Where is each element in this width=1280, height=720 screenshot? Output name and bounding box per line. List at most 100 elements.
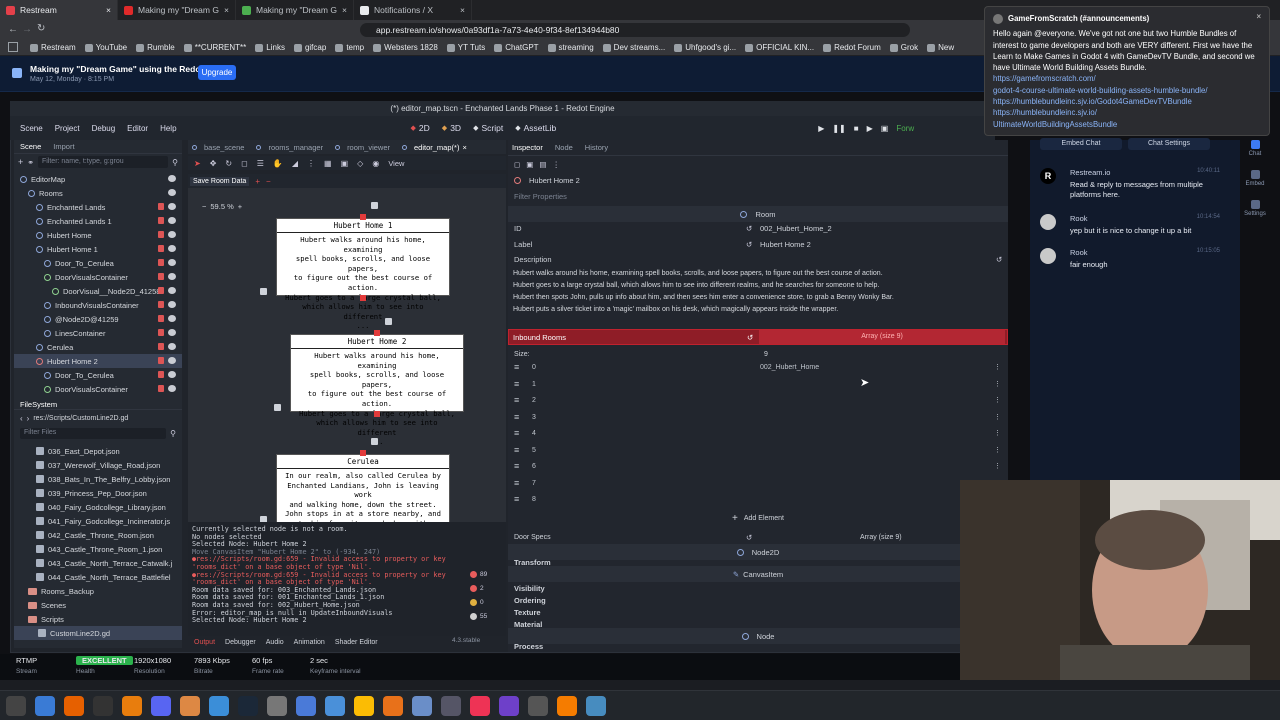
door-marker-icon[interactable]: [374, 411, 380, 417]
browser-tab[interactable]: Restream ×: [0, 0, 118, 20]
more-icon[interactable]: ⋮: [994, 446, 1001, 454]
notification-link[interactable]: godot-4-course-ultimate-world-building-a…: [993, 85, 1261, 96]
filesystem-item[interactable]: 043_Castle_Throne_Room_1.json: [14, 542, 182, 556]
terminal-icon[interactable]: [93, 695, 113, 716]
new-resource-icon[interactable]: ◻: [514, 160, 520, 169]
show-title[interactable]: Making my "Dream Game" using the Redo...: [30, 64, 208, 74]
menu-help[interactable]: Help: [160, 124, 176, 133]
inbound-marker-icon[interactable]: [360, 214, 366, 220]
menu-editor[interactable]: Editor: [127, 124, 148, 133]
script-icon[interactable]: [158, 343, 164, 350]
more-icon[interactable]: ⋮: [994, 363, 1001, 371]
chat-side-nav-item[interactable]: Chat: [1240, 136, 1270, 166]
add-node-icon[interactable]: +: [18, 157, 23, 167]
browser-tab[interactable]: Notifications / X ×: [354, 0, 472, 20]
upgrade-button[interactable]: Upgrade: [198, 65, 236, 80]
filesystem-item[interactable]: 040_Fairy_Godcollege_Library.json: [14, 500, 182, 514]
chat-side-nav-item[interactable]: Settings: [1240, 196, 1270, 226]
property-filter-input[interactable]: Filter Properties: [508, 188, 1008, 204]
scene-tree-node[interactable]: Hubert Home 2: [14, 354, 182, 368]
revert-icon[interactable]: ↺: [746, 224, 752, 233]
visibility-eye-icon[interactable]: [168, 371, 176, 378]
room-card[interactable]: Hubert Home 2 Hubert walks around his hom…: [290, 334, 464, 446]
game-icon[interactable]: [180, 695, 200, 716]
bookmark[interactable]: Websters 1828: [373, 43, 438, 52]
chat-settings-button[interactable]: Chat Settings: [1128, 138, 1210, 150]
drag-handle-icon[interactable]: ≡: [514, 362, 519, 372]
history-forward-icon[interactable]: ›: [27, 414, 30, 423]
forward-icon[interactable]: →: [22, 24, 32, 35]
output-filter[interactable]: 0: [470, 596, 502, 608]
browser-tab[interactable]: Making my "Dream Gam ×: [236, 0, 354, 20]
bookmark[interactable]: YT Tuts: [446, 43, 485, 52]
array-item-row[interactable]: ≡ 1 ⋮: [508, 379, 1004, 395]
array-item-row[interactable]: ≡ 2 ⋮: [508, 395, 1004, 411]
script-icon[interactable]: [158, 287, 164, 294]
drag-handle-icon[interactable]: ≡: [514, 428, 519, 438]
pause-icon[interactable]: ❚❚: [832, 124, 845, 133]
add-icon[interactable]: +: [255, 177, 260, 186]
bookmark[interactable]: temp: [335, 43, 364, 52]
size-input[interactable]: 9: [764, 351, 1000, 358]
notification-link[interactable]: UltimateWorldBuildingAssetsBundle: [993, 119, 1261, 130]
text-icon[interactable]: [441, 695, 461, 716]
list-tool-icon[interactable]: ☰: [257, 159, 264, 168]
visibility-eye-icon[interactable]: [168, 315, 176, 322]
id-value[interactable]: 002_Hubert_Home_2: [760, 224, 832, 233]
snap-icon[interactable]: ⋮: [307, 159, 315, 168]
bottom-panel-tab[interactable]: Debugger: [225, 639, 256, 646]
discord-notification[interactable]: GameFromScratch (#announcements) × Hello…: [984, 6, 1270, 136]
scene-tree-node[interactable]: DoorVisualsContainer: [14, 270, 182, 284]
reload-icon[interactable]: ↻: [37, 23, 45, 34]
output-filter[interactable]: 2: [470, 582, 502, 594]
visibility-eye-icon[interactable]: [168, 189, 176, 196]
menu-debug[interactable]: Debug: [92, 124, 116, 133]
filesystem-item[interactable]: 036_East_Depot.json: [14, 444, 182, 458]
visibility-eye-icon[interactable]: [168, 217, 176, 224]
scene-tree-node[interactable]: Cerulea: [14, 340, 182, 354]
array-item-row[interactable]: ≡8⋮: [508, 494, 1004, 510]
script-icon[interactable]: [158, 301, 164, 308]
script-icon[interactable]: [158, 273, 164, 280]
scene-tree-node[interactable]: Rooms: [14, 186, 182, 200]
play-icon[interactable]: [383, 695, 403, 716]
array-item-row[interactable]: ≡ 0 002_Hubert_Home ⋮: [508, 362, 1004, 378]
visibility-eye-icon[interactable]: [168, 203, 176, 210]
bookmark[interactable]: Rumble: [136, 43, 175, 52]
discord-icon[interactable]: [151, 695, 171, 716]
zoom-level[interactable]: 59.5 %: [210, 202, 233, 211]
notification-link[interactable]: https://humblebundleinc.sjv.io/Godot4Gam…: [993, 96, 1261, 107]
bookmark[interactable]: **CURRENT**: [183, 43, 246, 52]
filesystem-item[interactable]: Scripts: [14, 612, 182, 626]
visibility-eye-icon[interactable]: [168, 343, 176, 350]
revert-icon[interactable]: ↺: [996, 255, 1002, 264]
canvas-viewport[interactable]: − 59.5 % + Hubert Home 1 Hubert walks aro…: [188, 188, 506, 522]
apps-grid-icon[interactable]: [8, 42, 18, 52]
blender-icon[interactable]: [122, 695, 142, 716]
close-tab-icon[interactable]: ×: [342, 5, 347, 15]
play-scene-icon[interactable]: ▶: [867, 124, 873, 133]
array-item-row[interactable]: ≡7⋮: [508, 478, 1004, 494]
script-icon[interactable]: [158, 245, 164, 252]
scene-dock-tab[interactable]: Scene: [20, 142, 41, 151]
zoom-in-icon[interactable]: +: [238, 202, 242, 211]
close-tab-icon[interactable]: ×: [106, 5, 111, 15]
bookmark[interactable]: streaming: [547, 43, 594, 52]
inbound-marker-icon[interactable]: [360, 450, 366, 456]
filesystem-item[interactable]: 037_Werewolf_Village_Road.json: [14, 458, 182, 472]
godot-icon[interactable]: [586, 695, 606, 716]
filesystem-item[interactable]: 044_Castle_North_Terrace_Battlefiel: [14, 570, 182, 584]
array-item-value[interactable]: 002_Hubert_Home: [760, 364, 819, 371]
description-text[interactable]: Hubert walks around his home, examining …: [513, 268, 993, 316]
filesystem-item[interactable]: 039_Princess_Pep_Door.json: [14, 486, 182, 500]
mail-icon[interactable]: [412, 695, 432, 716]
bookmark[interactable]: Uhfgood's gi...: [674, 43, 736, 52]
drag-handle-icon[interactable]: ≡: [514, 379, 519, 389]
room-card[interactable]: Cerulea In our realm, also called Cerulea…: [276, 454, 450, 522]
drag-handle-icon[interactable]: ≡: [514, 494, 519, 504]
scene-tree-node[interactable]: Enchanted Lands: [14, 200, 182, 214]
array-item-row[interactable]: ≡ 5 ⋮: [508, 445, 1004, 461]
scene-tree-node[interactable]: EditorMap: [14, 172, 182, 186]
visibility-eye-icon[interactable]: [168, 301, 176, 308]
bookmark[interactable]: gifcap: [293, 43, 326, 52]
